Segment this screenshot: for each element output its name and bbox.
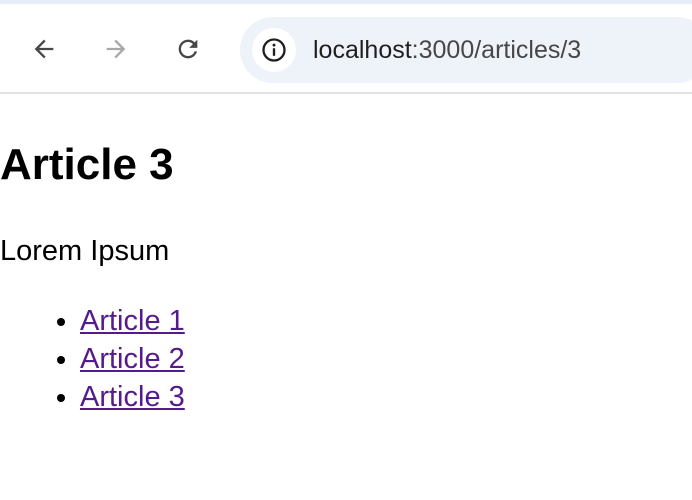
reload-button[interactable] [168,29,208,69]
back-button[interactable] [24,29,64,69]
page-title: Article 3 [0,140,174,189]
forward-button[interactable] [96,29,136,69]
url-path: :3000/articles/3 [411,36,582,64]
page-body-text: Lorem Ipsum [0,235,170,267]
article-2-link[interactable]: Article 2 [80,343,185,375]
browser-toolbar: localhost:3000/articles/3 [0,0,692,94]
reload-icon [178,39,198,59]
list-item: Article 3 [80,378,185,416]
site-info-button[interactable] [252,28,296,72]
arrow-right-icon [106,39,126,59]
article-list: Article 1 Article 2 Article 3 [0,302,185,416]
address-bar[interactable]: localhost:3000/articles/3 [240,17,692,83]
page-content: Article 3 Lorem Ipsum Article 1 Article … [0,94,692,500]
article-1-link[interactable]: Article 1 [80,305,185,337]
list-item: Article 1 [80,302,185,340]
url-text[interactable]: localhost:3000/articles/3 [313,34,581,66]
article-3-link[interactable]: Article 3 [80,381,185,413]
info-circle-icon [262,38,286,62]
arrow-left-icon [34,39,54,59]
url-host: localhost [313,36,412,64]
list-item: Article 2 [80,340,185,378]
